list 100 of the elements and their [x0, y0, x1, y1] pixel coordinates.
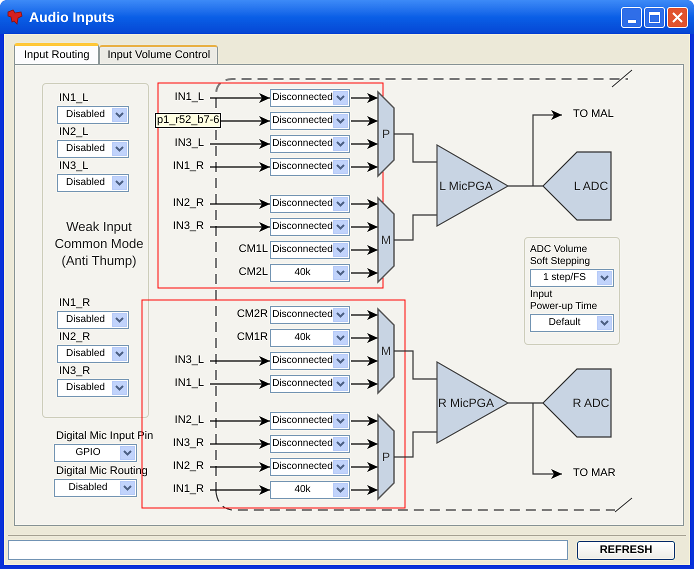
source-label: IN2_R	[172, 460, 204, 473]
source-label: IN2_R	[172, 197, 204, 210]
chevron-down-icon	[333, 114, 348, 128]
dropdown[interactable]: Disconnected	[270, 435, 350, 453]
dropdown[interactable]: Disconnected	[270, 195, 350, 213]
signal-arrow	[351, 93, 378, 103]
mixer-block: M	[377, 307, 395, 395]
dropdown[interactable]: GPIO	[54, 444, 137, 462]
signal-arrow	[351, 439, 378, 449]
dropdown[interactable]: Disconnected	[270, 89, 350, 107]
adc-block: R ADC	[542, 368, 612, 438]
wire	[508, 402, 543, 404]
signal-arrow	[351, 222, 378, 232]
dropdown[interactable]: 40k	[270, 264, 350, 282]
source-label: CM1R	[236, 331, 268, 344]
dropdown[interactable]: Disconnected	[270, 375, 350, 393]
chevron-down-icon	[333, 437, 348, 451]
dropdown[interactable]: Disabled	[57, 345, 129, 363]
dropdown[interactable]: 40k	[270, 481, 350, 499]
dropdown[interactable]: Disconnected	[270, 241, 350, 259]
chevron-down-icon	[333, 266, 348, 280]
signal-arrow	[351, 379, 378, 389]
adc-block: L ADC	[542, 151, 612, 221]
dropdown[interactable]: 40k	[270, 329, 350, 347]
source-label: IN3_L	[174, 354, 204, 367]
chevron-down-icon	[333, 354, 348, 368]
chevron-down-icon	[333, 220, 348, 234]
signal-arrow	[351, 162, 378, 172]
dropdown[interactable]: Disconnected	[270, 158, 350, 176]
source-label: IN3_L	[174, 137, 204, 150]
dropdown[interactable]: Disconnected	[270, 458, 350, 476]
signal-arrow	[210, 139, 270, 149]
wire	[508, 185, 543, 187]
signal-arrow	[351, 333, 378, 343]
chevron-down-icon	[333, 377, 348, 391]
minimize-button[interactable]	[621, 6, 642, 28]
dropdown[interactable]: Disconnected	[270, 135, 350, 153]
signal-arrow	[351, 462, 378, 472]
dropdown[interactable]: Disabled	[57, 106, 129, 124]
field-label: ADC Volume Soft Stepping	[530, 244, 592, 268]
refresh-button[interactable]: REFRESH	[577, 540, 675, 560]
dropdown[interactable]: Disconnected	[270, 306, 350, 324]
chevron-down-icon	[333, 243, 348, 257]
signal-arrow	[210, 222, 270, 232]
wire	[394, 350, 437, 380]
dropdown[interactable]: Disabled	[57, 311, 129, 329]
chevron-down-icon	[112, 176, 127, 190]
source-label: IN1_L	[174, 91, 204, 104]
status-field[interactable]	[8, 540, 568, 560]
signal-arrow	[210, 485, 270, 495]
chevron-down-icon	[333, 460, 348, 474]
source-label: IN3_R	[172, 437, 204, 450]
signal-arrow	[210, 93, 270, 103]
signal-arrow	[351, 245, 378, 255]
wire	[394, 133, 437, 163]
close-button[interactable]	[667, 6, 688, 28]
output-label: TO MAR	[573, 467, 616, 480]
signal-arrow	[210, 379, 270, 389]
field-label: IN2_R	[58, 331, 90, 344]
chevron-down-icon	[120, 481, 135, 495]
source-label: CM2L	[238, 266, 268, 279]
chevron-down-icon	[333, 308, 348, 322]
source-label: IN3_R	[172, 220, 204, 233]
signal-arrow	[351, 416, 378, 426]
signal-arrow	[210, 462, 270, 472]
dropdown[interactable]: Disabled	[57, 379, 129, 397]
logo-icon	[6, 8, 24, 26]
source-label: CM1L	[238, 243, 268, 256]
field-label: IN3_L	[58, 160, 88, 173]
field-label: Input Power-up Time	[530, 289, 598, 313]
signal-arrow	[351, 310, 378, 320]
dropdown[interactable]: Disconnected	[270, 412, 350, 430]
signal-arrow	[210, 162, 270, 172]
mixer-block: P	[377, 413, 395, 501]
dropdown[interactable]: Disconnected	[270, 112, 350, 130]
minimize-icon	[628, 20, 636, 22]
dropdown[interactable]: Disabled	[54, 479, 137, 497]
wire	[394, 431, 437, 458]
chevron-down-icon	[333, 197, 348, 211]
tab[interactable]: Input Routing	[14, 43, 100, 65]
dropdown[interactable]: Default	[530, 314, 614, 332]
maximize-button[interactable]	[644, 6, 665, 28]
window-title: Audio Inputs	[29, 8, 115, 27]
dropdown[interactable]: 1 step/FS	[530, 269, 614, 287]
tab[interactable]: Input Volume Control	[99, 45, 218, 64]
chevron-down-icon	[333, 137, 348, 151]
output-label: TO MAL	[573, 108, 614, 121]
signal-arrow	[351, 485, 378, 495]
wire	[394, 214, 437, 241]
dropdown[interactable]: Disabled	[57, 174, 129, 192]
field-label: IN1_R	[58, 297, 90, 310]
dropdown[interactable]: Disconnected	[270, 352, 350, 370]
mixer-block: M	[377, 196, 395, 284]
dropdown[interactable]: Disabled	[57, 140, 129, 158]
chevron-down-icon	[112, 381, 127, 395]
chevron-down-icon	[333, 160, 348, 174]
chevron-down-icon	[112, 142, 127, 156]
chevron-down-icon	[333, 91, 348, 105]
dropdown[interactable]: Disconnected	[270, 218, 350, 236]
chevron-down-icon	[120, 446, 135, 460]
